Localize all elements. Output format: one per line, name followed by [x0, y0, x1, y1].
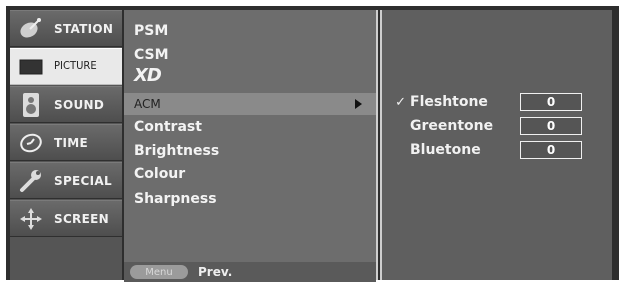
tone-row-fleshtone[interactable]: ✓ Fleshtone 0 — [382, 91, 612, 113]
menu-item-label: Contrast — [134, 119, 202, 135]
menu-item-sharpness[interactable]: Sharpness — [124, 188, 376, 210]
tab-screen[interactable]: SCREEN — [10, 200, 122, 237]
acm-panel: ✓ Fleshtone 0 Greentone 0 Bluetone 0 — [380, 10, 612, 280]
tab-label: TIME — [54, 135, 88, 150]
tab-special[interactable]: SPECIAL — [10, 162, 122, 199]
prev-label: Prev. — [198, 265, 233, 279]
menu-item-label: Colour — [134, 166, 186, 182]
menu-item-xd[interactable]: XD — [124, 64, 376, 86]
menu-item-label: Brightness — [134, 143, 220, 159]
menu-item-colour[interactable]: Colour — [124, 163, 376, 185]
tone-label: Bluetone — [410, 142, 481, 158]
picture-menu: PSM CSM XD ACM Contrast Brightness Colou… — [124, 10, 378, 280]
tab-station[interactable]: STATION — [10, 10, 122, 47]
tone-row-bluetone[interactable]: Bluetone 0 — [382, 139, 612, 161]
tab-label: SCREEN — [54, 211, 109, 226]
menu-item-label: PSM — [134, 23, 169, 39]
menu-item-contrast[interactable]: Contrast — [124, 116, 376, 138]
tab-sound[interactable]: SOUND — [10, 86, 122, 123]
menu-item-acm[interactable]: ACM — [124, 93, 376, 115]
tab-picture[interactable]: PICTURE — [10, 48, 122, 85]
menu-item-csm[interactable]: CSM — [124, 44, 376, 66]
clock-icon — [14, 128, 48, 158]
tone-value[interactable]: 0 — [520, 117, 582, 135]
tab-label: STATION — [54, 21, 114, 36]
menu-item-psm[interactable]: PSM — [124, 20, 376, 42]
menu-footer: Menu Prev. — [124, 262, 376, 282]
tone-label: Greentone — [410, 118, 494, 134]
menu-item-label: CSM — [134, 47, 169, 63]
tab-time[interactable]: TIME — [10, 124, 122, 161]
tone-value[interactable]: 0 — [520, 93, 582, 111]
speaker-icon — [14, 90, 48, 120]
xd-logo: XD — [134, 64, 162, 86]
check-icon: ✓ — [395, 94, 406, 110]
submenu-arrow-icon — [355, 99, 362, 109]
tab-label: SPECIAL — [54, 173, 112, 188]
menu-item-brightness[interactable]: Brightness — [124, 140, 376, 162]
tone-value[interactable]: 0 — [520, 141, 582, 159]
tone-label: Fleshtone — [410, 94, 488, 110]
category-tabs: STATION PICTURE SOUND TIME SPECIAL SCREE… — [10, 10, 122, 280]
tv-screen-icon — [14, 52, 48, 82]
tab-label: SOUND — [54, 97, 105, 112]
menu-item-label: Sharpness — [134, 191, 217, 207]
menu-button[interactable]: Menu — [130, 265, 188, 279]
satellite-dish-icon — [14, 14, 48, 44]
menu-item-label: ACM — [134, 97, 161, 111]
tab-label: PICTURE — [54, 60, 97, 73]
wrench-icon — [14, 166, 48, 196]
screen-adjust-icon — [14, 204, 48, 234]
tone-row-greentone[interactable]: Greentone 0 — [382, 115, 612, 137]
